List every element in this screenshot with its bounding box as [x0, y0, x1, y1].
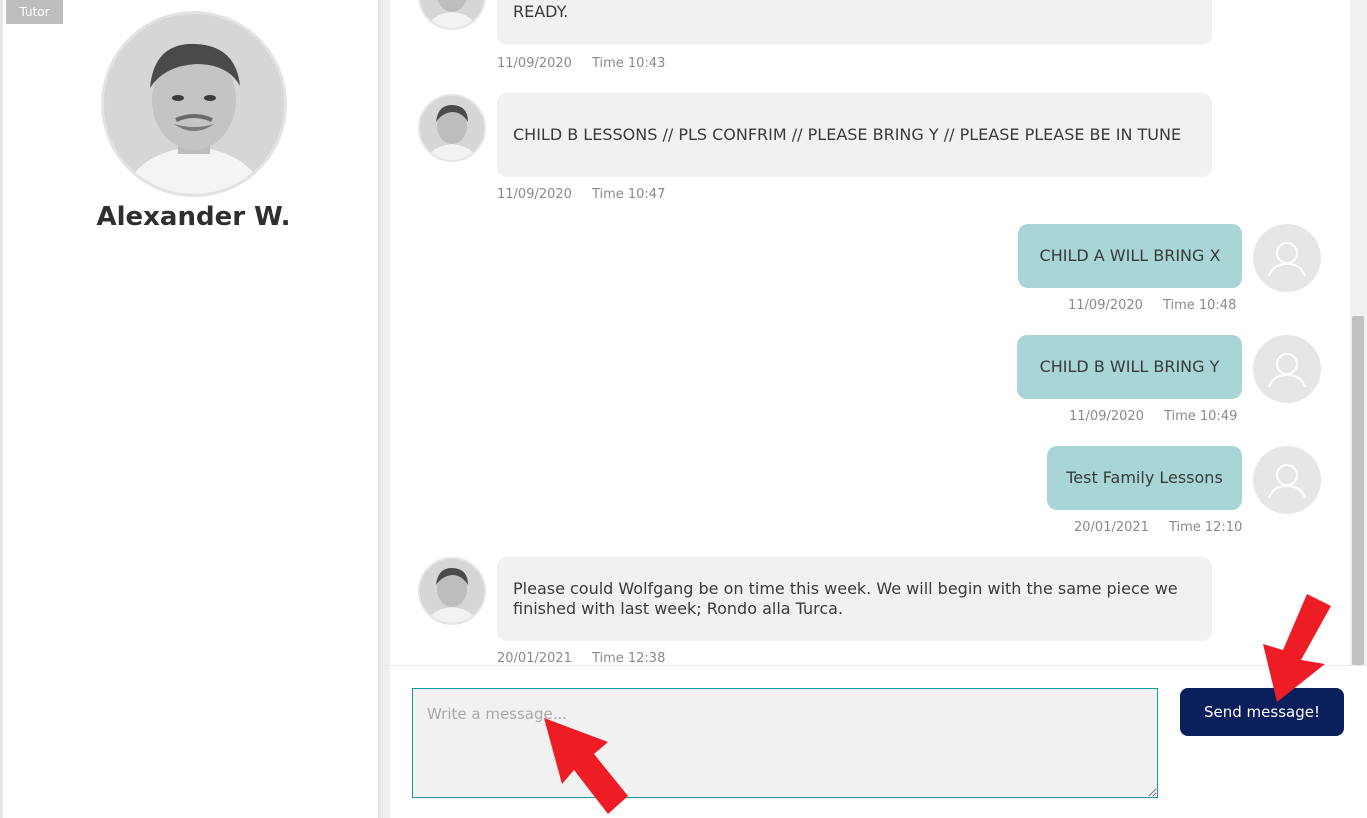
message-text: READY.	[513, 2, 569, 21]
tutor-name: Alexander W.	[96, 202, 291, 232]
incoming-message-bubble: Please could Wolfgang be on time this we…	[497, 557, 1212, 641]
person-photo-icon	[420, 0, 484, 28]
message-date: 20/01/2021	[497, 651, 572, 665]
tutor-avatar	[101, 11, 287, 197]
message-date: 11/09/2020	[497, 56, 572, 71]
message-date: 20/01/2021	[1074, 520, 1149, 535]
scrollbar-thumb[interactable]	[1352, 316, 1364, 665]
tutor-message-avatar	[418, 94, 486, 162]
message-date: 11/09/2020	[497, 187, 572, 202]
message-time: Time 10:49	[1163, 409, 1238, 424]
message-date: 11/09/2020	[1068, 298, 1143, 313]
tutor-badge: Tutor	[6, 0, 63, 24]
incoming-message-bubble: READY.	[497, 0, 1212, 45]
user-message-avatar	[1253, 335, 1321, 403]
person-photo-icon	[420, 96, 484, 160]
message-text: Test Family Lessons	[1066, 468, 1223, 487]
message-text: CHILD B WILL BRING Y	[1039, 357, 1220, 376]
tutor-message-avatar	[418, 557, 486, 625]
message-text: CHILD A WILL BRING X	[1039, 246, 1221, 265]
user-message-avatar	[1253, 446, 1321, 514]
message-meta: 20/01/2021 Time 12:10	[1074, 520, 1242, 535]
tutor-message-avatar	[418, 0, 486, 30]
panel-divider	[381, 0, 390, 818]
message-time: Time 12:38	[591, 651, 666, 665]
user-placeholder-icon	[1268, 353, 1306, 388]
message-meta: 11/09/2020 Time 10:48	[1068, 298, 1236, 313]
user-placeholder-icon	[1268, 242, 1306, 277]
outgoing-message-bubble: CHILD B WILL BRING Y	[1017, 335, 1242, 399]
message-time: Time 10:48	[1162, 298, 1237, 313]
message-time: Time 10:43	[591, 56, 666, 71]
message-time: Time 10:47	[591, 187, 666, 202]
tutor-sidebar: Tutor Alexander W.	[0, 0, 381, 818]
message-date: 11/09/2020	[1069, 409, 1144, 424]
person-photo-icon	[104, 14, 284, 194]
send-message-button[interactable]: Send message!	[1180, 688, 1344, 736]
message-meta: 11/09/2020 Time 10:43	[497, 56, 665, 71]
message-meta: 20/01/2021 Time 12:38	[497, 651, 665, 665]
user-placeholder-icon	[1268, 464, 1306, 499]
message-time: Time 12:10	[1168, 520, 1243, 535]
user-message-avatar	[1253, 224, 1321, 292]
incoming-message-bubble: CHILD B LESSONS // PLS CONFRIM // PLEASE…	[497, 93, 1212, 177]
message-text: Please could Wolfgang be on time this we…	[513, 579, 1178, 618]
message-input[interactable]	[412, 688, 1158, 798]
person-photo-icon	[420, 559, 484, 623]
message-text: CHILD B LESSONS // PLS CONFRIM // PLEASE…	[513, 125, 1182, 144]
message-meta: 11/09/2020 Time 10:49	[1069, 409, 1237, 424]
message-thread[interactable]: READY. 11/09/2020 Time 10:43 CHILD B LESS…	[390, 0, 1350, 665]
message-meta: 11/09/2020 Time 10:47	[497, 187, 665, 202]
outgoing-message-bubble: CHILD A WILL BRING X	[1018, 224, 1242, 288]
outgoing-message-bubble: Test Family Lessons	[1047, 446, 1242, 510]
